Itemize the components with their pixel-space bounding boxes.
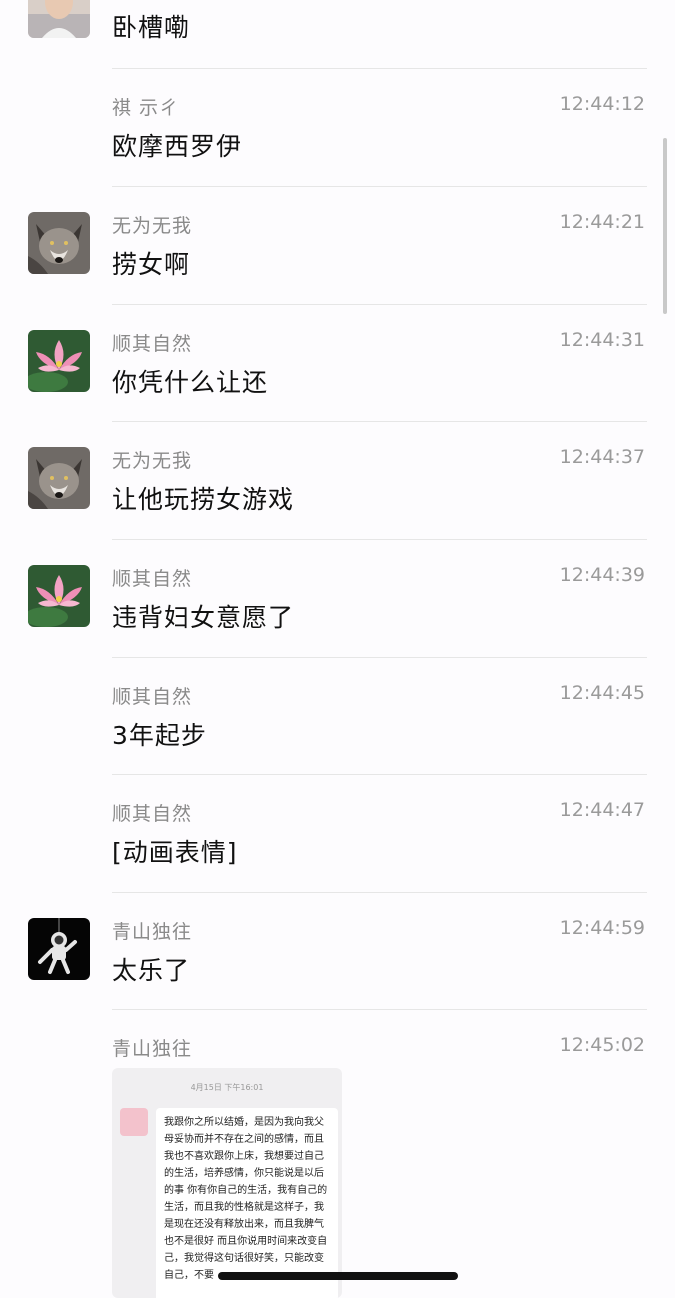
message-text: 太乐了 — [112, 956, 191, 985]
sender-name: 无为无我 — [112, 450, 193, 472]
message-time: 12:44:59 — [559, 917, 645, 939]
message-item[interactable]: 顺其自然 12:44:47 [动画表情] — [0, 775, 675, 892]
image-chat-bubble: 我跟你之所以结婚，是因为我向我父母妥协而并不存在之间的感情，而且我也不喜欢跟你上… — [156, 1108, 338, 1298]
message-item[interactable]: 顺其自然 12:44:31 你凭什么让还 — [0, 305, 675, 422]
message-time: 12:44:39 — [559, 564, 645, 586]
message-item[interactable]: 卧槽嘞 — [0, 0, 675, 68]
message-time: 12:44:37 — [559, 446, 645, 468]
message-item[interactable]: 青山独往 12:44:59 太乐了 — [0, 893, 675, 1010]
message-text: 卧槽嘞 — [112, 13, 191, 42]
image-timestamp: 4月15日 下午16:01 — [190, 1083, 264, 1092]
message-item[interactable]: 祺 示ㄔ 12:44:12 欧摩西罗伊 — [0, 69, 675, 186]
message-item[interactable]: 顺其自然 12:44:45 3年起步 — [0, 658, 675, 775]
sender-name: 祺 示ㄔ — [112, 97, 180, 119]
message-time: 12:44:21 — [559, 211, 645, 233]
sender-name: 顺其自然 — [112, 568, 193, 590]
sender-name: 青山独往 — [112, 921, 193, 943]
sender-name: 青山独往 — [112, 1038, 193, 1060]
message-time: 12:45:02 — [559, 1034, 645, 1056]
sender-name: 顺其自然 — [112, 333, 193, 355]
avatar — [120, 1108, 148, 1136]
message-time: 12:44:47 — [559, 799, 645, 821]
lotus-avatar[interactable] — [28, 330, 90, 392]
message-text: 违背妇女意愿了 — [112, 603, 295, 632]
avatar[interactable] — [28, 0, 90, 38]
wolf-avatar[interactable] — [28, 447, 90, 509]
astronaut-avatar[interactable] — [28, 918, 90, 980]
message-item[interactable]: 顺其自然 12:44:39 违背妇女意愿了 — [0, 540, 675, 657]
message-text: 捞女啊 — [112, 250, 191, 279]
message-text: 你凭什么让还 — [112, 368, 269, 397]
sender-name: 顺其自然 — [112, 803, 193, 825]
message-time: 12:44:31 — [559, 329, 645, 351]
sender-name: 无为无我 — [112, 215, 193, 237]
message-text: [动画表情] — [112, 838, 238, 867]
lotus-avatar[interactable] — [28, 565, 90, 627]
message-text: 让他玩捞女游戏 — [112, 485, 295, 514]
wolf-avatar[interactable] — [28, 212, 90, 274]
message-time: 12:44:12 — [559, 93, 645, 115]
scrollbar[interactable] — [663, 138, 667, 314]
image-message[interactable]: 4月15日 下午16:01 我跟你之所以结婚，是因为我向我父母妥协而并不存在之间… — [112, 1068, 342, 1298]
home-indicator[interactable] — [218, 1272, 458, 1280]
message-item[interactable]: 无为无我 12:44:21 捞女啊 — [0, 187, 675, 304]
message-text: 欧摩西罗伊 — [112, 132, 243, 161]
message-text: 3年起步 — [112, 721, 207, 750]
sender-name: 顺其自然 — [112, 686, 193, 708]
chat-history-list[interactable]: 卧槽嘞 祺 示ㄔ 12:44:12 欧摩西罗伊 无为无我 12:44:21 捞女… — [0, 0, 675, 1298]
message-item[interactable]: 无为无我 12:44:37 让他玩捞女游戏 — [0, 422, 675, 539]
message-time: 12:44:45 — [559, 682, 645, 704]
